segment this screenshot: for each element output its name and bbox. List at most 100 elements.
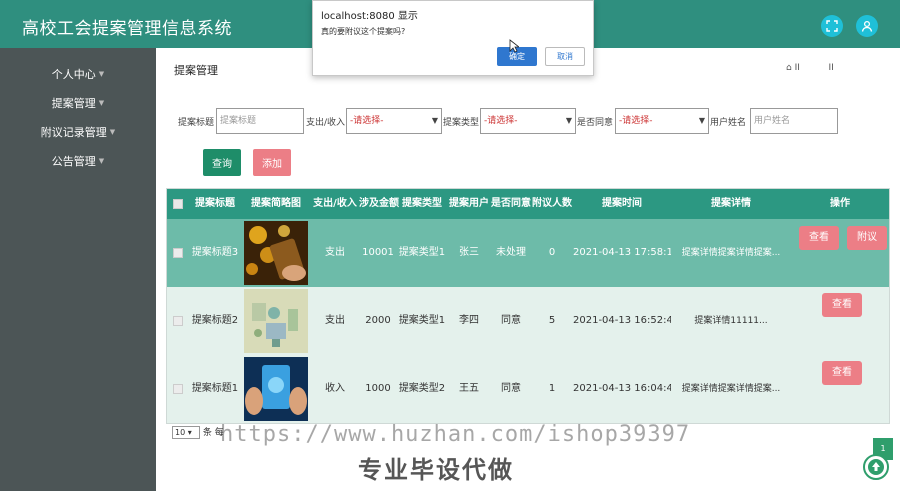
title-search-input[interactable]: 提案标题 [216, 108, 304, 134]
fullscreen-button[interactable] [821, 15, 843, 37]
cell-category: 提案类型1 [398, 247, 446, 258]
dialog-cancel-button[interactable]: 取消 [545, 47, 585, 66]
sidebar: 个人中心 ▼ 提案管理 ▼ 附议记录管理 ▼ 公告管理 ▼ [0, 48, 156, 491]
chevron-down-icon: ▼ [698, 116, 705, 125]
dialog-title: localhost:8080 显示 [321, 11, 418, 22]
chevron-down-icon: ▼ [98, 157, 105, 165]
user-name-input[interactable]: 用户姓名 [750, 108, 838, 134]
col-amount: 涉及金额 [359, 198, 399, 209]
fullscreen-icon [826, 20, 838, 32]
row-checkbox[interactable] [173, 316, 183, 326]
chevron-down-icon: ▼ [109, 128, 116, 136]
category-value: -请选择- [484, 116, 518, 126]
col-time: 提案时间 [602, 198, 642, 209]
proposal-thumbnail-image [244, 221, 308, 285]
back-to-top-button[interactable] [863, 454, 889, 480]
table-row[interactable]: 提案标题2 支出 2000 提案类型1 李四 同意 5 2021-04-13 1… [167, 287, 889, 355]
sidebar-item-personal-center[interactable]: 个人中心 ▼ [0, 62, 156, 86]
col-actions: 操作 [830, 198, 850, 209]
cell-time: 2021-04-13 17:58:12 [573, 247, 671, 258]
income-type-value: -请选择- [350, 116, 384, 126]
mouse-cursor-icon [509, 39, 519, 53]
cell-title: 提案标题3 [191, 247, 239, 258]
cell-amount: 1000 [365, 383, 391, 394]
cell-user: 李四 [459, 315, 479, 326]
cell-user: 王五 [459, 383, 479, 394]
chevron-down-icon: ▼ [98, 70, 105, 78]
select-all-checkbox[interactable] [173, 199, 183, 209]
row-checkbox[interactable] [173, 384, 183, 394]
page-size-value: 10 [175, 428, 186, 437]
confirm-dialog: localhost:8080 显示 真的要附议这个提案吗? 确定 取消 [312, 0, 594, 76]
table-row[interactable]: 提案标题3 支出 10001 提案类型1 张三 未处理 0 2021-04-13… [167, 219, 889, 287]
cell-type: 支出 [325, 315, 345, 326]
category-label: 提案类型 [443, 118, 480, 128]
sidebar-item-label: 提案管理 [51, 97, 96, 110]
title-label: 提案标题 [178, 118, 215, 128]
cell-detail: 提案详情提案详情提案... [681, 384, 781, 394]
page-size-select[interactable]: 10 ▾ [172, 426, 200, 439]
proposal-thumbnail-image [244, 289, 308, 353]
cell-type: 收入 [325, 383, 345, 394]
agree-select[interactable]: -请选择- ▼ [615, 108, 709, 134]
pagination: 10 ▾ 条 每 [172, 425, 224, 439]
table-header: 提案标题 提案简略图 支出/收入 涉及金额 提案类型 提案用户 是否同意 附议人… [167, 189, 889, 219]
cell-amount: 10001 [362, 247, 394, 258]
table-row[interactable]: 提案标题1 收入 1000 提案类型2 王五 同意 1 2021-04-13 1… [167, 355, 889, 423]
col-type: 支出/收入 [313, 198, 357, 209]
search-bar: 提案标题 提案标题 支出/收入 -请选择- ▼ 提案类型 -请选择- ▼ 是否同意 … [176, 108, 876, 134]
cell-time: 2021-04-13 16:04:49 [573, 383, 671, 394]
chevron-down-icon: ▼ [565, 116, 572, 125]
col-detail: 提案详情 [711, 198, 751, 209]
chevron-down-icon: ▼ [431, 116, 438, 125]
agree-label: 是否同意 [577, 118, 614, 128]
proposal-table: 提案标题 提案简略图 支出/收入 涉及金额 提案类型 提案用户 是否同意 附议人… [166, 188, 890, 424]
cell-title: 提案标题2 [191, 315, 239, 326]
cell-agree: 同意 [501, 383, 521, 394]
cell-user: 张三 [459, 247, 479, 258]
chevron-down-icon: ▼ [98, 99, 105, 107]
cell-category: 提案类型2 [398, 383, 446, 394]
col-agree: 是否同意 [491, 198, 531, 209]
sidebar-item-label: 附议记录管理 [40, 126, 107, 139]
view-button[interactable]: 查看 [822, 293, 862, 317]
cell-title: 提案标题1 [191, 383, 239, 394]
watermark-url: https://www.huzhan.com/ishop39397 [220, 422, 691, 447]
income-type-label: 支出/收入 [306, 118, 346, 128]
breadcrumb: 提案管理 [174, 64, 218, 77]
sidebar-item-seconding-records[interactable]: 附议记录管理 ▼ [0, 120, 156, 144]
app-title: 高校工会提案管理信息系统 [22, 19, 232, 39]
add-button[interactable]: 添加 [253, 149, 291, 176]
sidebar-item-label: 个人中心 [51, 68, 96, 81]
col-category: 提案类型 [402, 198, 442, 209]
user-icon [861, 20, 873, 32]
query-button[interactable]: 查询 [203, 149, 241, 176]
cell-count: 5 [548, 315, 556, 326]
sidebar-item-announcements[interactable]: 公告管理 ▼ [0, 149, 156, 173]
agree-value: -请选择- [619, 116, 653, 126]
sidebar-item-label: 公告管理 [51, 155, 96, 168]
cell-count: 0 [548, 247, 556, 258]
view-button[interactable]: 查看 [799, 226, 839, 250]
col-title: 提案标题 [195, 198, 235, 209]
cell-agree: 同意 [501, 315, 521, 326]
user-name-label: 用户姓名 [710, 118, 747, 128]
row-checkbox[interactable] [173, 248, 183, 258]
cell-detail: 提案详情提案详情提案... [681, 248, 781, 258]
cell-detail: 提案详情11111... [694, 316, 768, 326]
cell-count: 1 [548, 383, 556, 394]
user-button[interactable] [856, 15, 878, 37]
cell-agree: 未处理 [496, 247, 526, 258]
cell-category: 提案类型1 [398, 315, 446, 326]
cell-amount: 2000 [365, 315, 391, 326]
category-select[interactable]: -请选择- ▼ [480, 108, 576, 134]
breadcrumb-icons: ⌂ II II [786, 63, 834, 73]
sidebar-item-proposal-management[interactable]: 提案管理 ▼ [0, 91, 156, 115]
view-button[interactable]: 查看 [822, 361, 862, 385]
second-button[interactable]: 附议 [847, 226, 887, 250]
dialog-message: 真的要附议这个提案吗? [321, 27, 406, 36]
cell-time: 2021-04-13 16:52:41 [573, 315, 671, 326]
arrow-up-icon [868, 459, 884, 475]
col-image: 提案简略图 [251, 198, 301, 209]
income-type-select[interactable]: -请选择- ▼ [346, 108, 442, 134]
